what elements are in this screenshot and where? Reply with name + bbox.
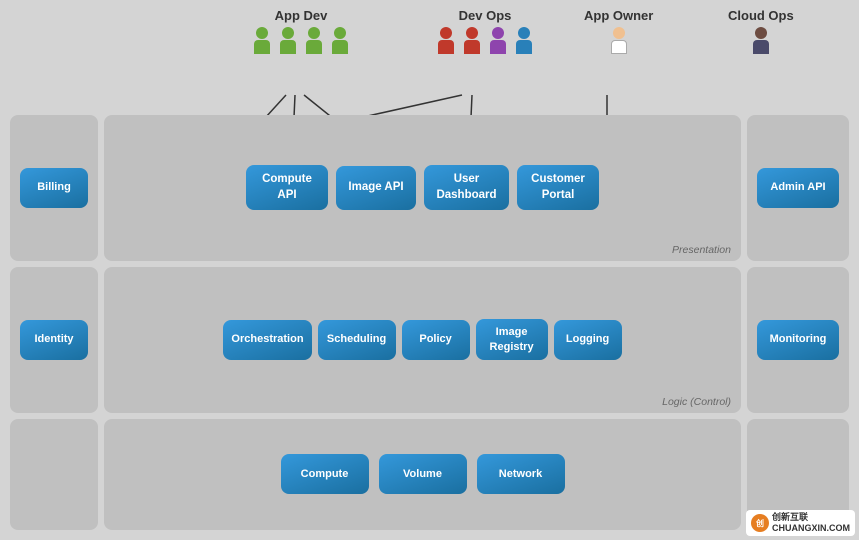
persona-dev-ops-icons — [434, 27, 536, 59]
person-icon — [486, 27, 510, 59]
infra-boxes: Compute Volume Network — [281, 454, 565, 494]
person-icon — [328, 27, 352, 59]
person-icon — [749, 27, 773, 59]
image-api-box: Image API — [336, 166, 416, 210]
persona-app-dev-icons — [250, 27, 352, 59]
brand-circle: 创 — [751, 514, 769, 532]
person-icon — [250, 27, 274, 59]
person-icon — [512, 27, 536, 59]
billing-panel: Billing — [10, 115, 98, 261]
person-icon — [607, 27, 631, 59]
infrastructure-layer: Compute Volume Network — [104, 419, 741, 530]
logic-label: Logic (Control) — [662, 396, 731, 408]
customer-portal-box: Customer Portal — [517, 165, 599, 210]
orchestration-box: Orchestration — [223, 320, 311, 360]
architecture-diagram: App Dev Dev Ops App Owner — [0, 0, 859, 540]
person-icon — [302, 27, 326, 59]
presentation-boxes: Compute API Image API User Dashboard Cus… — [246, 165, 599, 210]
right-sidebar: Admin API Monitoring — [747, 115, 849, 530]
monitoring-panel: Monitoring — [747, 267, 849, 413]
presentation-label: Presentation — [672, 244, 731, 256]
persona-app-owner: App Owner — [584, 8, 653, 59]
monitoring-box: Monitoring — [757, 320, 839, 360]
persona-app-owner-label: App Owner — [584, 8, 653, 23]
logic-boxes: Orchestration Scheduling Policy Image Re… — [223, 319, 621, 361]
billing-box: Billing — [20, 168, 88, 208]
center-content: Compute API Image API User Dashboard Cus… — [104, 115, 741, 530]
identity-box: Identity — [20, 320, 88, 360]
infra-left-panel — [10, 419, 98, 530]
persona-dev-ops-label: Dev Ops — [459, 8, 512, 23]
compute-box: Compute — [281, 454, 369, 494]
persona-app-dev-label: App Dev — [275, 8, 328, 23]
persona-dev-ops: Dev Ops — [434, 8, 536, 59]
logging-box: Logging — [554, 320, 622, 360]
image-registry-box: Image Registry — [476, 319, 548, 361]
content-area: Billing Identity Compu — [0, 110, 859, 540]
persona-cloud-ops-icons — [749, 27, 773, 59]
brand-text: 创新互联 CHUANGXIN.COM — [772, 512, 850, 534]
user-dashboard-box: User Dashboard — [424, 165, 509, 210]
compute-api-box: Compute API — [246, 165, 328, 210]
identity-box-container: Identity — [20, 277, 88, 403]
billing-box-container: Billing — [20, 125, 88, 251]
volume-box: Volume — [379, 454, 467, 494]
persona-cloud-ops: Cloud Ops — [728, 8, 794, 59]
person-icon — [434, 27, 458, 59]
admin-api-panel: Admin API — [747, 115, 849, 261]
brand-watermark: 创 创新互联 CHUANGXIN.COM — [746, 510, 855, 536]
persona-app-owner-icons — [607, 27, 631, 59]
person-icon — [276, 27, 300, 59]
policy-box: Policy — [402, 320, 470, 360]
logic-layer: Orchestration Scheduling Policy Image Re… — [104, 267, 741, 413]
persona-cloud-ops-label: Cloud Ops — [728, 8, 794, 23]
person-icon — [460, 27, 484, 59]
persona-app-dev: App Dev — [250, 8, 352, 59]
personas-row: App Dev Dev Ops App Owner — [0, 0, 859, 115]
network-box: Network — [477, 454, 565, 494]
admin-api-box-container: Admin API — [757, 125, 839, 251]
scheduling-box: Scheduling — [318, 320, 396, 360]
identity-panel: Identity — [10, 267, 98, 413]
left-sidebar: Billing Identity — [10, 115, 98, 530]
presentation-layer: Compute API Image API User Dashboard Cus… — [104, 115, 741, 261]
admin-api-box: Admin API — [757, 168, 839, 208]
monitoring-box-container: Monitoring — [757, 277, 839, 403]
